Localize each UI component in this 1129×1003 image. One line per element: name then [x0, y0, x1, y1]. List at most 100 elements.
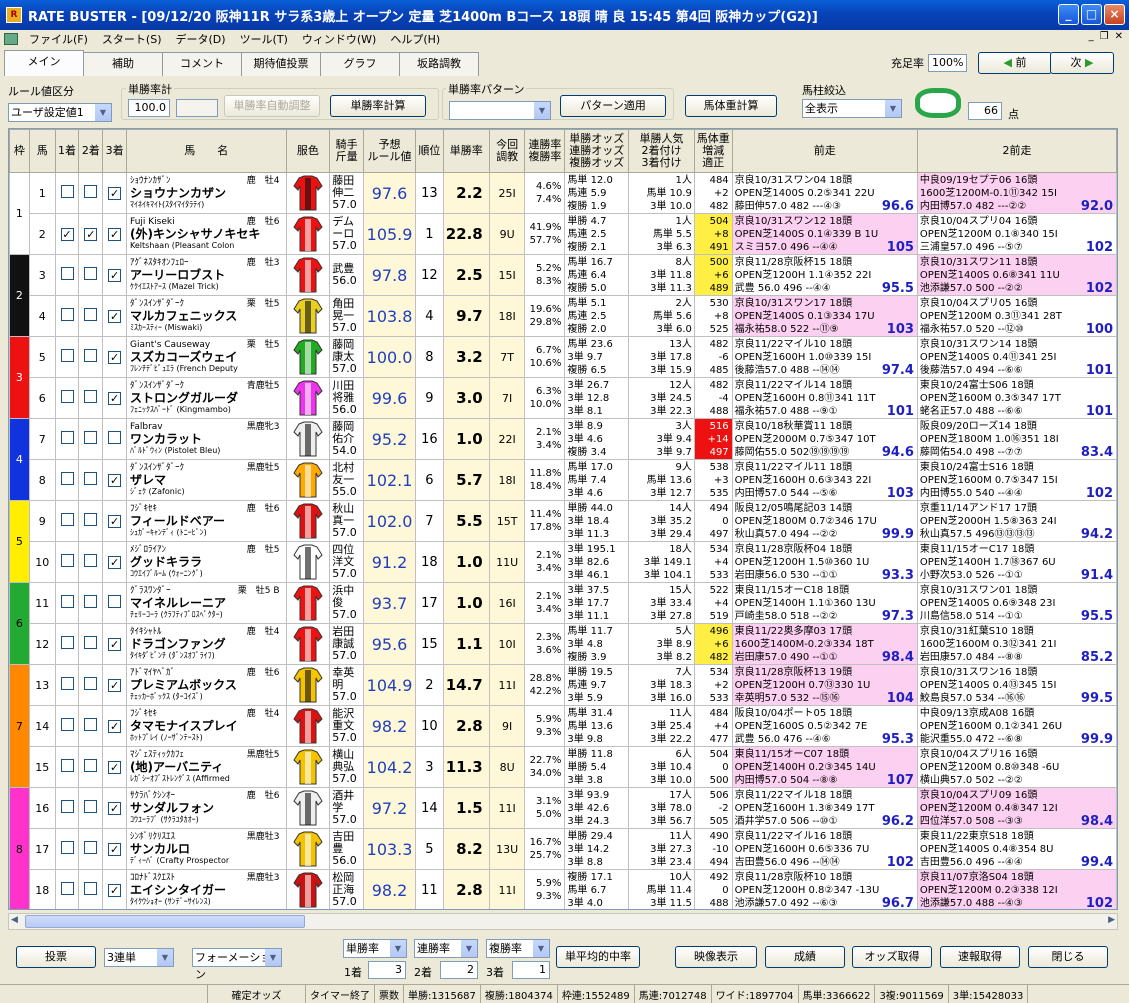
horse-name-cell[interactable]: ﾀｲｷｼｬﾄﾙ 鹿 牡4 ドラゴンファング ﾀｲｷﾀﾞﾋﾞﾝﾁ (ﾀﾞﾝｽｵﾌﾞﾗｲﾌ… — [126, 623, 287, 665]
second-checkbox[interactable] — [84, 595, 98, 608]
second-previous-race[interactable]: 京良10/04スプリ04 16頭 OPEN芝1200M 0.1⑧340 15I 三浦… — [916, 213, 1117, 255]
menu-window[interactable]: ウィンドウ(W) — [295, 31, 383, 47]
horse-name-cell[interactable]: ｸﾞﾗｽﾜﾝﾀﾞｰ 栗 牡5 B マイネルレーニア ﾁｪﾘｰｺｰﾗ (ｸﾗﾌﾃｨﾌﾟﾛ… — [126, 582, 287, 624]
rate-select-1[interactable]: 単勝率 ▼ — [343, 939, 407, 958]
column-header[interactable]: 1着 — [54, 129, 80, 173]
second-previous-race[interactable]: 京良10/31スワン11 18頭 OPEN芝1400S 0.6⑧341 11U 池添… — [916, 254, 1117, 296]
first-input[interactable]: 3 — [368, 961, 406, 979]
table-row[interactable]: 2 ✓ ✓ ✓ Fuji Kiseki 鹿 牡6 (外)キンシャサノキセキ Keltshaan… — [10, 213, 1117, 255]
first-checkbox[interactable] — [60, 513, 74, 526]
mdi-close-icon[interactable]: ✕ — [1115, 31, 1123, 42]
horse-name-cell[interactable]: ｻｸﾗﾊﾞｸｼﾝｵｰ 鹿 牡6 サンダルフォン ｺｳﾕｰﾗﾌﾞ (ｻｸﾗﾕﾀｶｵｰ) — [126, 787, 287, 829]
first-checkbox[interactable] — [60, 800, 74, 813]
second-checkbox[interactable] — [84, 390, 98, 403]
horse-name-cell[interactable]: ｺﾛﾅﾄﾞｽｸｴｽﾄ 黒鹿牡3 エイシンタイガー ﾀｲｸｳｼｮｵｰ (ｻﾝﾃﾞｰｻｲﾚ… — [126, 869, 287, 909]
third-checkbox[interactable]: ✓ — [108, 801, 122, 815]
tab-comment[interactable]: コメント — [162, 52, 242, 76]
odds-fetch-button[interactable]: オッズ取得 — [852, 946, 932, 968]
second-previous-race[interactable]: 東良10/24富士S06 18頭 OPEN芝1600M 0.3⑤347 17T 蛯名… — [916, 377, 1117, 419]
second-previous-race[interactable]: 京良10/31スワン14 18頭 OPEN芝1400S 0.4⑪341 25I 後藤… — [916, 336, 1117, 378]
previous-race[interactable]: 京良11/22マイル16 18頭 OPEN芝1600H 0.6⑤336 7U 吉田豊… — [731, 828, 918, 870]
table-row[interactable]: 14 ✓ ﾌｼﾞｷｾｷ 鹿 牡4 タマモナイスプレイ ﾎｯﾄﾌﾟﾚｲ (ﾉｰｻﾞﾝﾃｰｽﾄ… — [10, 705, 1117, 747]
third-checkbox[interactable] — [108, 595, 122, 608]
tab-graph[interactable]: グラフ — [320, 52, 400, 76]
previous-race[interactable]: 京良11/28京阪杯10 18頭 OPEN芝1200H 0.8②347 -13U 池… — [731, 869, 918, 909]
second-input[interactable]: 2 — [440, 961, 478, 979]
close-button[interactable]: 閉じる — [1028, 946, 1108, 968]
third-checkbox[interactable]: ✓ — [108, 719, 122, 733]
pattern-select[interactable]: ▼ — [449, 101, 551, 120]
minimize-button[interactable]: _ — [1058, 4, 1079, 25]
first-checkbox[interactable] — [60, 718, 74, 731]
pattern-apply-button[interactable]: パターン適用 — [560, 95, 666, 117]
horse-name-cell[interactable]: ｼﾝﾎﾞﾘｸﾘｽｴｽ 黒鹿牡3 サンカルロ ﾃﾞｨｰﾊﾞ (Crafty Prospe… — [126, 828, 287, 870]
third-checkbox[interactable]: ✓ — [108, 637, 122, 651]
third-checkbox[interactable]: ✓ — [108, 514, 122, 528]
menu-help[interactable]: ヘルプ(H) — [383, 31, 447, 47]
first-checkbox[interactable] — [60, 431, 74, 444]
previous-race[interactable]: 京良11/22マイル11 18頭 OPEN芝1600H 0.6③343 22I 内田… — [731, 459, 918, 501]
tab-hill-training[interactable]: 坂路調教 — [399, 52, 479, 76]
horse-name-cell[interactable]: ﾀﾞﾝｽｲﾝｻﾞﾀﾞｰｸ 黒鹿牡5 ザレマ ｼﾞｪｸ (Zafonic) — [126, 459, 287, 501]
previous-race[interactable]: 東良11/15オーC07 18頭 OPEN芝1400H 0.2③345 14U 内田… — [731, 746, 918, 788]
rate-select-2[interactable]: 連勝率 ▼ — [414, 939, 478, 958]
third-checkbox[interactable]: ✓ — [108, 227, 122, 241]
previous-race[interactable]: 東良11/15オーC18 18頭 OPEN芝1400H 1.1①360 13U 戸崎… — [731, 582, 918, 624]
prev-button[interactable]: ◀ 前 — [978, 52, 1052, 74]
mdi-minimize-icon[interactable]: _ — [1089, 31, 1094, 42]
column-header[interactable]: 今回 調教 — [488, 129, 526, 173]
close-window-button[interactable]: × — [1104, 4, 1125, 25]
scroll-left-icon[interactable]: ◀ — [11, 915, 18, 925]
second-previous-race[interactable]: 京良10/31スワン01 18頭 OPEN芝1400S 0.6⑨348 23I 川島… — [916, 582, 1117, 624]
first-checkbox[interactable] — [60, 308, 74, 321]
second-checkbox[interactable] — [84, 759, 98, 772]
horse-name-cell[interactable]: ｱｸﾞﾈｽﾀｷｵﾝﾌｪﾛｰ 鹿 牡3 アーリーロブスト ｹｸｲｴｽﾄｱｰｽ (Maze… — [126, 254, 287, 296]
table-row[interactable]: 1 1 ✓ ｼｮｳﾅﾝｶｻﾞﾝ鹿 牡4 ショウナンカザン ﾏｲﾈｲｷﾏｲﾄ(ｽﾀｲﾏｲﾀﾗ… — [9, 172, 1117, 255]
formation-select[interactable]: フォーメーション ▼ — [192, 948, 282, 981]
second-previous-race[interactable]: 京重11/14アンド17 17頭 OPEN芝2000H 1.5⑧363 24I 秋山… — [916, 500, 1117, 542]
second-previous-race[interactable]: 京良11/07京洛S04 18頭 OPEN芝1200M 0.2③338 12I 池添… — [916, 869, 1117, 909]
previous-race[interactable]: 東良11/22奥多摩03 17頭 1600芝1400M-0.2③334 18T 岩田… — [731, 623, 918, 665]
second-checkbox[interactable] — [84, 431, 98, 444]
third-checkbox[interactable] — [108, 431, 122, 444]
second-previous-race[interactable]: 中良09/13京成A08 16頭 OPEN芝1600M 0.1②341 26U 能沢… — [916, 705, 1117, 747]
bet-type-select[interactable]: 3連単 ▼ — [104, 948, 174, 967]
first-checkbox[interactable] — [60, 636, 74, 649]
column-header[interactable]: 3着 — [102, 129, 128, 173]
second-checkbox[interactable] — [84, 677, 98, 690]
table-row[interactable]: 17 ✓ ｼﾝﾎﾞﾘｸﾘｽｴｽ 黒鹿牡3 サンカルロ ﾃﾞｨｰﾊﾞ (Crafty Pro… — [10, 828, 1117, 870]
scrollbar-thumb[interactable] — [25, 915, 305, 928]
second-previous-race[interactable]: 京良10/31スワン16 18頭 OPEN芝1400S 0.4⑬345 15I 鮫島… — [916, 664, 1117, 706]
first-checkbox[interactable] — [60, 472, 74, 485]
column-header[interactable]: 馬体重 増減 適正 — [693, 129, 733, 173]
previous-race[interactable]: 京良11/28京阪杯04 18頭 OPEN芝1200H 1.5⑩360 1U 岩田康… — [731, 541, 918, 583]
previous-race[interactable]: 京良10/31スワン17 18頭 OPEN芝1400S 0.1③334 17U 福永… — [731, 295, 918, 337]
horse-name-cell[interactable]: Fuji Kiseki 鹿 牡6 (外)キンシャサノキセキ Keltshaan (Pl… — [126, 213, 287, 255]
horse-name-cell[interactable]: Falbrav 黒鹿牝3 ワンカラット ﾊﾞﾙﾄﾞｳｨﾝ (Pistolet Bleu… — [126, 418, 287, 460]
second-checkbox[interactable]: ✓ — [84, 227, 98, 241]
second-checkbox[interactable] — [84, 185, 98, 198]
column-header[interactable]: 騎手 斤量 — [329, 129, 365, 173]
menu-start[interactable]: スタート(S) — [95, 31, 169, 47]
table-row[interactable]: 3 5 ✓ Giant's Causeway 栗 牡5 スズカコーズウェイ ﾌﾚﾝﾁﾃﾞﾋﾟ… — [9, 336, 1117, 419]
third-checkbox[interactable]: ✓ — [108, 842, 122, 856]
second-previous-race[interactable]: 中良09/19セプテ06 16頭 1600芝1200M-0.1⑪342 15I 内田… — [916, 172, 1117, 214]
video-button[interactable]: 映像表示 — [675, 946, 757, 968]
second-previous-race[interactable]: 東良11/22東京S18 18頭 OPEN芝1400S 0.4⑧354 8U 吉田豊… — [916, 828, 1117, 870]
first-checkbox[interactable] — [60, 554, 74, 567]
previous-race[interactable]: 京良11/28京阪杯13 19頭 OPEN芝1200H 0.7⑬330 1U 幸英明… — [731, 664, 918, 706]
second-previous-race[interactable]: 京良10/31紅葉S10 18頭 1600芝1600M 0.3⑫341 21I 岩田… — [916, 623, 1117, 665]
column-header[interactable]: 単勝率 — [442, 129, 490, 173]
previous-race[interactable]: 京良11/22マイル14 18頭 OPEN芝1600H 0.8⑪341 11T 福永… — [731, 377, 918, 419]
previous-race[interactable]: 京良10/31スワン12 18頭 OPEN芝1400S 0.1④339 B 1U ス… — [731, 213, 918, 255]
auto-adjust-button[interactable]: 単勝率自動調整 — [224, 95, 320, 117]
rule-select[interactable]: ユーザ設定値1 ▼ — [8, 103, 112, 122]
horse-name-cell[interactable]: ﾏｼﾞｪｽﾃｨｯｸｶﾌｪ 黒鹿牡5 (地)アーバニティ ﾚｶﾞｼｰｵﾌﾞｽﾄﾚﾝｸﾞｽ… — [126, 746, 287, 788]
table-row[interactable]: 10 ✓ ﾒｼﾞﾛﾗｲｱﾝ 鹿 牡5 グッドキララ ｺｳｴｲﾌﾞﾙｰﾑ (ｳｫｰﾆﾝｸﾞ)… — [10, 541, 1117, 583]
horse-name-cell[interactable]: ﾀﾞﾝｽｲﾝｻﾞﾀﾞｰｸ 栗 牡5 マルカフェニックス ﾐｽｶｰｽﾃｨｰ (Miswa… — [126, 295, 287, 337]
second-checkbox[interactable] — [84, 513, 98, 526]
first-checkbox[interactable] — [60, 841, 74, 854]
first-checkbox[interactable] — [60, 349, 74, 362]
table-row[interactable]: 2 3 ✓ ｱｸﾞﾈｽﾀｷｵﾝﾌｪﾛｰ 鹿 牡3 アーリーロブスト ｹｸｲｴｽﾄｱｰｽ (M… — [9, 254, 1117, 337]
filter-select[interactable]: 全表示 ▼ — [802, 99, 902, 118]
